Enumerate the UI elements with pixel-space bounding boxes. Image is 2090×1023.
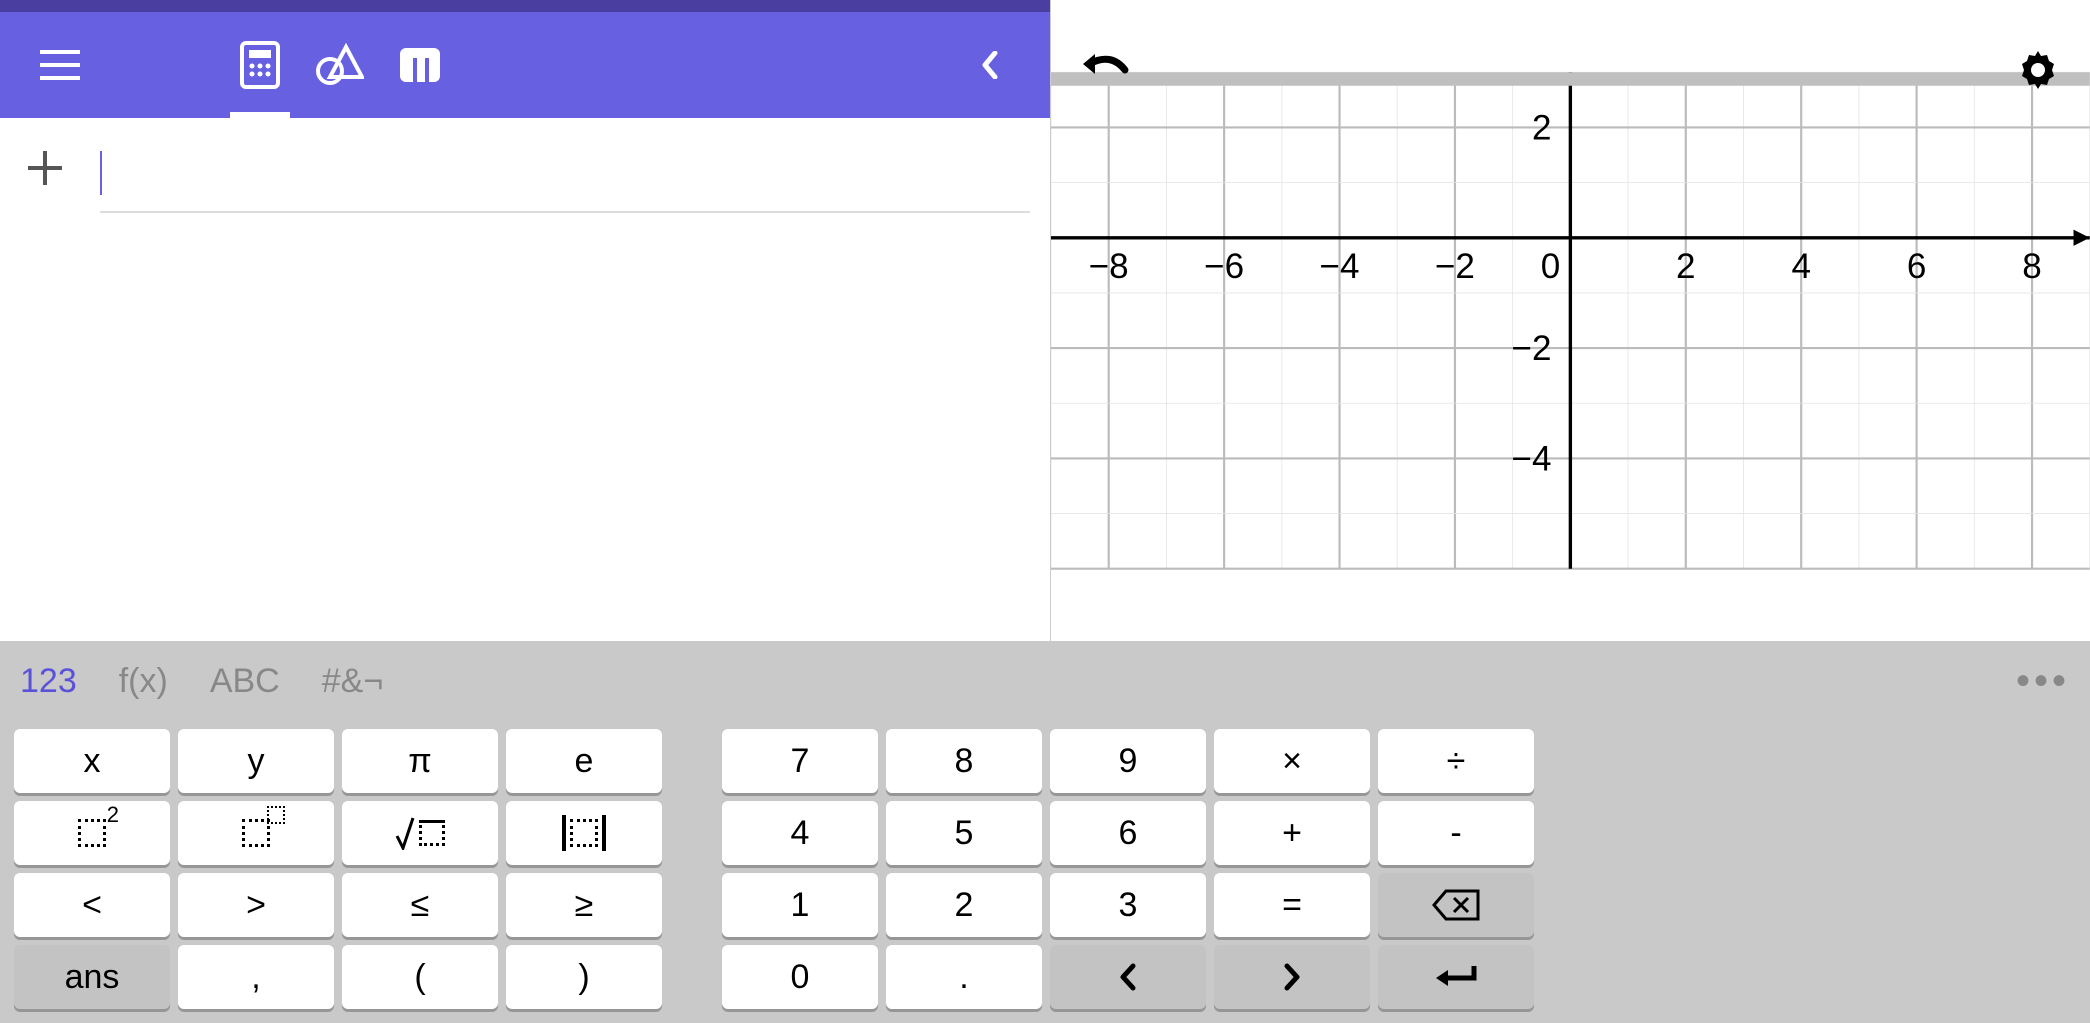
key-5[interactable]: 5 [886,801,1042,865]
key-÷[interactable]: ÷ [1378,729,1534,793]
undo-button[interactable] [1081,48,1131,97]
keyboard-more-button[interactable]: ••• [2016,659,2070,704]
menu-button[interactable] [20,25,100,105]
plus-icon [28,151,62,185]
virtual-keyboard: 123 f(x) ABC #&¬ ••• xyπe <>≤≥ ans,() 789×… [0,641,2090,1023]
view-tools-button[interactable] [300,25,380,105]
keyboard-right-block: 789×÷ 456+- 123= 0. [722,729,1534,1009]
svg-text:6: 6 [1907,247,1927,286]
key->[interactable]: > [178,873,334,937]
svg-text:2: 2 [1532,109,1552,148]
enter-icon [1434,964,1478,990]
key-sqrt[interactable] [342,801,498,865]
key-e[interactable]: e [506,729,662,793]
svg-text:0: 0 [1541,247,1561,286]
key-1[interactable]: 1 [722,873,878,937]
key-enter[interactable] [1378,945,1534,1009]
key-power[interactable] [178,801,334,865]
chevron-left-icon [981,51,999,79]
key-x[interactable]: x [14,729,170,793]
svg-text:8: 8 [2023,247,2043,286]
key-cursor-left[interactable] [1050,945,1206,1009]
calculator-icon [240,41,280,89]
key-=[interactable]: = [1214,873,1370,937]
key--[interactable]: - [1378,801,1534,865]
expression-input[interactable] [100,143,1030,213]
svg-text:−4: −4 [1320,247,1360,286]
key-≥[interactable]: ≥ [506,873,662,937]
key-2[interactable]: 2 [886,873,1042,937]
collapse-panel-button[interactable] [950,25,1030,105]
key-abs[interactable] [506,801,662,865]
svg-text:2: 2 [1676,247,1696,286]
keyboard-tab-functions[interactable]: f(x) [119,662,168,701]
settings-button[interactable] [2016,48,2060,97]
key-,[interactable]: , [178,945,334,1009]
svg-text:−2: −2 [1512,329,1552,368]
table-icon [398,46,442,84]
hamburger-icon [40,50,80,80]
key-≤[interactable]: ≤ [342,873,498,937]
status-bar [0,0,1050,12]
toolbar [0,12,1050,118]
svg-text:−6: −6 [1204,247,1244,286]
key-+[interactable]: + [1214,801,1370,865]
key-backspace[interactable] [1378,873,1534,937]
key-cursor-right[interactable] [1214,945,1370,1009]
view-table-button[interactable] [380,25,460,105]
graph-canvas[interactable]: −8 −6 −4 −2 0 2 4 6 8 2 −2 −4 [1051,0,2090,641]
key-8[interactable]: 8 [886,729,1042,793]
add-row-button[interactable] [20,143,70,193]
backspace-icon [1432,889,1480,921]
key-7[interactable]: 7 [722,729,878,793]
keyboard-tab-numeric[interactable]: 123 [20,662,77,701]
view-algebra-button[interactable] [220,25,300,105]
key-ans[interactable]: ans [14,945,170,1009]
keyboard-keys: xyπe <>≤≥ ans,() 789×÷ 456+- 123= 0. [0,721,2090,1023]
key-0[interactable]: 0 [722,945,878,1009]
top-region: −8 −6 −4 −2 0 2 4 6 8 2 −2 −4 [0,0,2090,641]
keyboard-tabs: 123 f(x) ABC #&¬ ••• [0,641,2090,721]
key-.[interactable]: . [886,945,1042,1009]
key-3[interactable]: 3 [1050,873,1206,937]
gear-icon [2016,48,2060,92]
key-6[interactable]: 6 [1050,801,1206,865]
key-×[interactable]: × [1214,729,1370,793]
key-y[interactable]: y [178,729,334,793]
key-)[interactable]: ) [506,945,662,1009]
shapes-icon [316,43,364,87]
keyboard-left-block: xyπe <>≤≥ ans,() [14,729,662,1009]
key-([interactable]: ( [342,945,498,1009]
key-9[interactable]: 9 [1050,729,1206,793]
svg-text:−8: −8 [1089,247,1129,286]
key-<[interactable]: < [14,873,170,937]
key-square[interactable] [14,801,170,865]
key-π[interactable]: π [342,729,498,793]
cursor-caret [100,151,102,195]
input-area [0,118,1050,641]
svg-text:−2: −2 [1435,247,1475,286]
svg-text:−4: −4 [1512,440,1552,479]
keyboard-tab-symbols[interactable]: #&¬ [322,662,383,701]
undo-icon [1081,48,1131,84]
key-4[interactable]: 4 [722,801,878,865]
graph-panel[interactable]: −8 −6 −4 −2 0 2 4 6 8 2 −2 −4 [1051,0,2090,641]
algebra-panel [0,0,1051,641]
svg-text:4: 4 [1792,247,1812,286]
keyboard-tab-letters[interactable]: ABC [210,662,280,701]
